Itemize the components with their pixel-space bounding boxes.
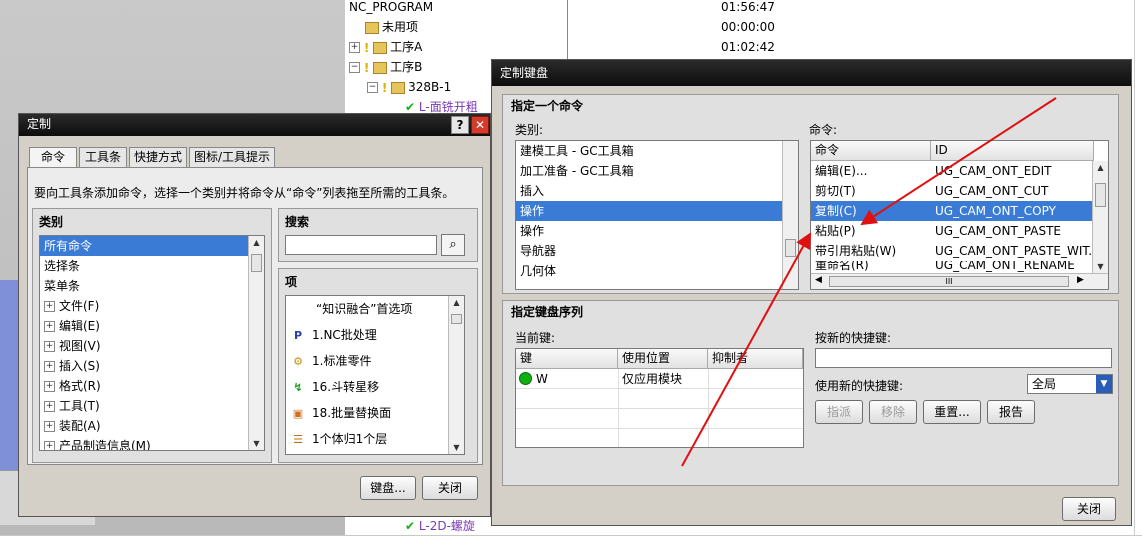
arrow-to-copy-row bbox=[681, 232, 811, 467]
arrow-to-copy-command bbox=[860, 97, 1057, 226]
annotation-arrows bbox=[681, 97, 1057, 467]
